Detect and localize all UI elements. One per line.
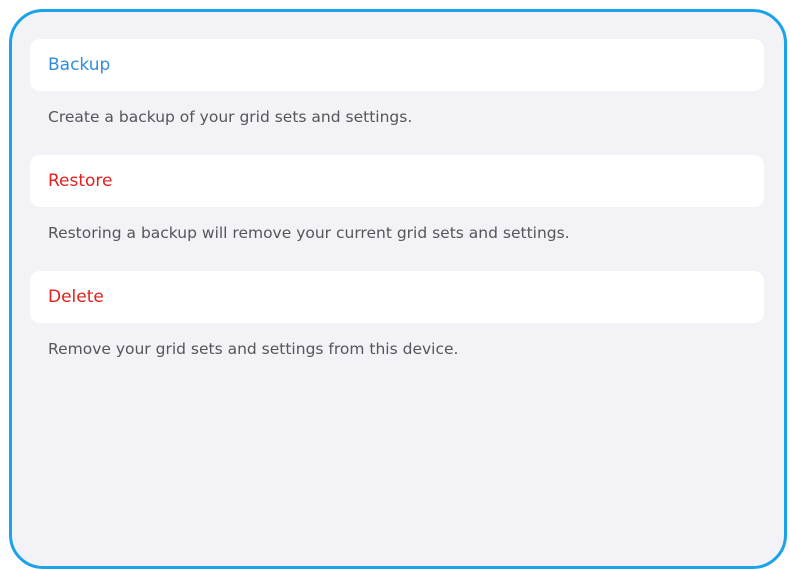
- restore-label: Restore: [48, 171, 113, 191]
- backup-label: Backup: [48, 55, 111, 75]
- delete-button[interactable]: Delete: [30, 271, 764, 323]
- restore-button[interactable]: Restore: [30, 155, 764, 207]
- delete-description: Remove your grid sets and settings from …: [48, 340, 459, 358]
- backup-button[interactable]: Backup: [30, 39, 764, 91]
- backup-description: Create a backup of your grid sets and se…: [48, 108, 413, 126]
- settings-panel: Backup Create a backup of your grid sets…: [9, 9, 787, 569]
- restore-description: Restoring a backup will remove your curr…: [48, 224, 570, 242]
- delete-label: Delete: [48, 287, 104, 307]
